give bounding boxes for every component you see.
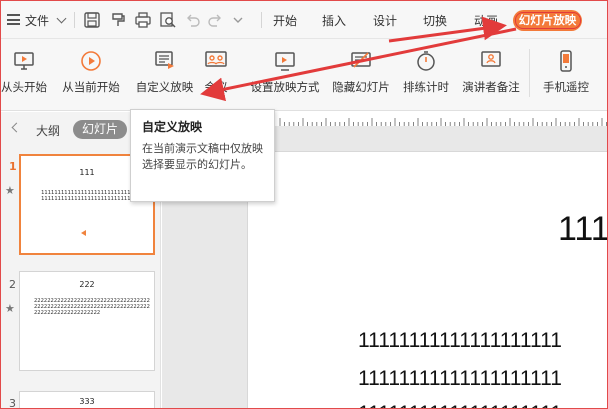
setup-show-button[interactable]: 设置放映方式 [245, 45, 325, 99]
phone-remote-icon [554, 49, 578, 73]
speaker-notes-icon [479, 49, 503, 73]
tab-slideshow[interactable]: 幻灯片放映 [513, 10, 582, 31]
ribbon-divider [529, 49, 530, 97]
play-from-start-icon [12, 49, 36, 73]
tab-animations[interactable]: 动画 [474, 12, 498, 29]
button-label: 设置放映方式 [250, 80, 320, 94]
thumbnail-body: 2222222222222222222222222222222222222222… [34, 298, 150, 316]
print-icon[interactable] [134, 11, 152, 29]
tab-insert[interactable]: 插入 [322, 12, 346, 29]
redo-icon[interactable] [206, 11, 224, 29]
slide-title[interactable]: 111 [558, 210, 607, 249]
button-label: 从头开始 [1, 80, 47, 94]
phone-remote-button[interactable]: 手机遥控 [539, 45, 593, 99]
rehearse-timing-button[interactable]: 排练计时 [399, 45, 453, 99]
chevron-down-icon[interactable] [56, 13, 67, 24]
slide-thumbnail[interactable]: 333 [19, 391, 155, 408]
tab-slides[interactable]: 幻灯片 [73, 120, 127, 139]
tab-outline[interactable]: 大纲 [36, 122, 60, 139]
menu-divider [74, 12, 75, 28]
menu-bar: 文件 开始 插入 设计 切换 动画 幻灯片放映 [1, 1, 607, 39]
menu-divider [261, 12, 262, 28]
tab-home[interactable]: 开始 [273, 12, 297, 29]
tab-transitions[interactable]: 切换 [423, 12, 447, 29]
undo-icon[interactable] [184, 11, 202, 29]
custom-show-icon [153, 49, 177, 73]
button-label: 手机遥控 [543, 80, 589, 94]
rehearse-timing-icon [414, 49, 438, 73]
button-label: 排练计时 [403, 80, 449, 94]
thumbnail-title: 222 [79, 280, 95, 289]
slide-text-line[interactable]: 11111111111111111111 [358, 402, 562, 408]
slide-text-line[interactable]: 11111111111111111111 [358, 329, 562, 353]
format-painter-icon[interactable] [109, 11, 127, 29]
star-icon: ★ [5, 302, 15, 315]
collapse-panel-icon[interactable] [11, 122, 22, 133]
thumbnail-title: 333 [79, 397, 95, 406]
from-start-button[interactable]: 从头开始 [1, 45, 51, 99]
tooltip-description: 在当前演示文稿中仅放映选择要显示的幻灯片。 [142, 142, 263, 171]
horizontal-ruler [278, 115, 607, 126]
slide-number: 3 [9, 397, 16, 409]
thumbnail-body: 1111111111111111111111111111111111111111… [41, 190, 134, 202]
slide-text-line[interactable]: 11111111111111111111 [358, 367, 562, 391]
hide-slide-icon [349, 49, 373, 73]
slide-number: 1 [9, 160, 17, 173]
slide-number: 2 [9, 278, 16, 291]
slide-page[interactable]: 111 11111111111111111111 111111111111111… [247, 151, 607, 408]
slide-thumbnail[interactable]: 222 222222222222222222222222222222222222… [19, 271, 155, 371]
button-label: 自定义放映 [135, 80, 194, 94]
custom-show-button[interactable]: 自定义放映 [134, 45, 195, 99]
hamburger-menu-icon[interactable] [7, 14, 20, 25]
star-icon: ★ [5, 184, 15, 197]
app-window: 文件 开始 插入 设计 切换 动画 幻灯片放映 从头开始 从当前开始 自定义放映… [0, 0, 608, 409]
more-options-icon[interactable] [229, 11, 247, 29]
meeting-button[interactable]: 会议 [198, 45, 234, 99]
button-label: 隐藏幻灯片 [332, 80, 390, 94]
animation-marker-icon [81, 230, 86, 236]
setup-show-icon [273, 49, 297, 73]
ribbon-toolbar: 从头开始 从当前开始 自定义放映 会议 设置放映方式 隐藏幻灯片 排练计时 演讲… [1, 39, 607, 111]
save-icon[interactable] [83, 11, 101, 29]
custom-show-tooltip: 自定义放映 在当前演示文稿中仅放映选择要显示的幻灯片。 [130, 109, 275, 202]
button-label: 从当前开始 [62, 80, 120, 94]
hide-slide-button[interactable]: 隐藏幻灯片 [328, 45, 394, 99]
from-current-button[interactable]: 从当前开始 [58, 45, 124, 99]
tooltip-title: 自定义放映 [142, 120, 203, 134]
button-label: 演讲者备注 [462, 80, 520, 94]
button-label: 会议 [204, 80, 228, 94]
print-preview-icon[interactable] [159, 11, 177, 29]
meeting-icon [204, 49, 228, 73]
tab-design[interactable]: 设计 [373, 12, 397, 29]
file-menu[interactable]: 文件 [25, 12, 49, 29]
play-from-current-icon [79, 49, 103, 73]
speaker-notes-button[interactable]: 演讲者备注 [459, 45, 523, 99]
